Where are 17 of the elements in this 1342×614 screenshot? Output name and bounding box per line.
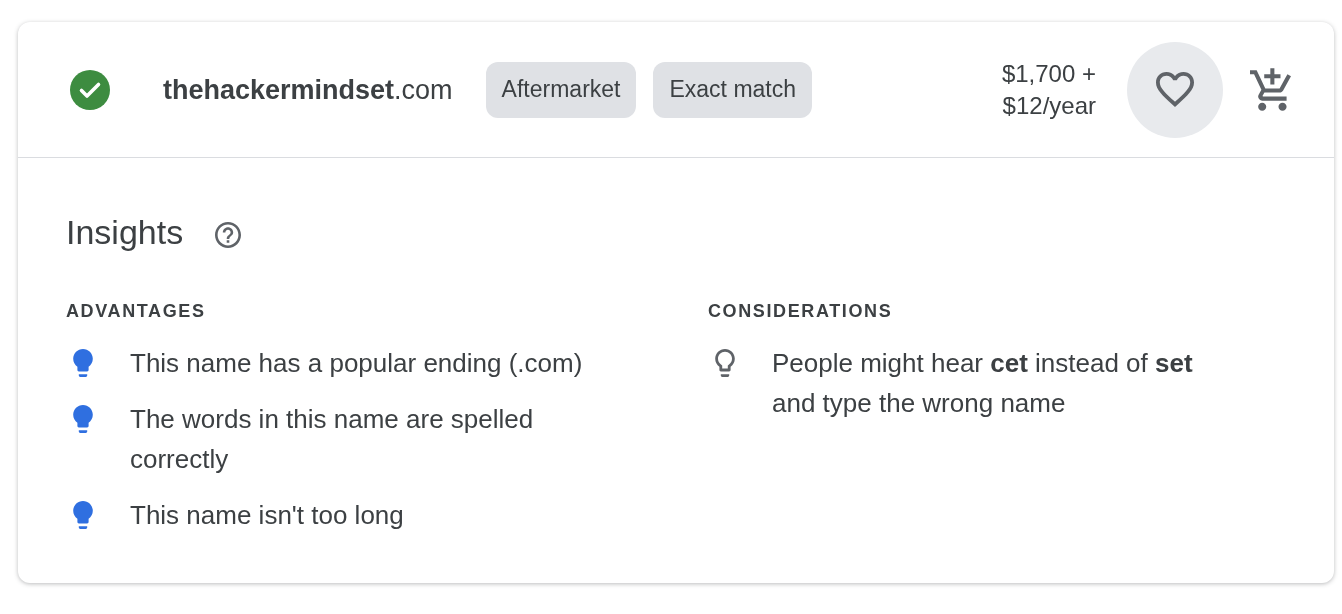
domain-name: thehackermindset.com <box>163 73 453 107</box>
lightbulb-outline-icon <box>715 349 735 377</box>
consideration-text: People might hear cet instead of set and type the wrong name <box>772 347 1194 420</box>
advantage-text: This name isn't too long <box>130 499 405 532</box>
advantage-text: This name has a popular ending (.com) <box>130 347 584 380</box>
section-heading: CONSIDERATIONS <box>708 300 894 323</box>
section-heading: ADVANTAGES <box>66 300 207 323</box>
cart-plus-icon[interactable] <box>1250 68 1292 111</box>
tag-chip: Aftermarket <box>485 61 637 118</box>
tag-chip: Exact match <box>653 61 813 118</box>
lightbulb-icon <box>73 405 93 433</box>
lightbulb-icon <box>73 501 93 529</box>
advantage-text: The words in this name are spelled correctly <box>130 403 535 476</box>
insights-title: Insights <box>66 212 184 252</box>
help-icon[interactable] <box>215 222 242 248</box>
price-text: $1,700 + $12/year <box>1000 58 1096 121</box>
lightbulb-icon <box>73 349 93 377</box>
